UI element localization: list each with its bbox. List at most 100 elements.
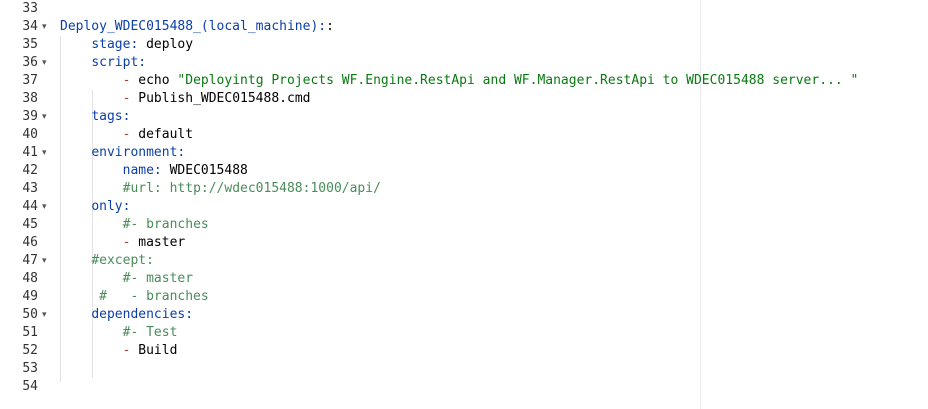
line-number: 51 bbox=[22, 325, 38, 340]
code-text[interactable]: stage: deploy bbox=[60, 36, 193, 54]
fold-toggle-icon[interactable]: ▾ bbox=[42, 306, 47, 324]
code-token: master bbox=[130, 235, 186, 250]
code-token: #- master bbox=[122, 271, 194, 286]
line-number: 50 bbox=[22, 307, 38, 322]
code-text[interactable]: tags: bbox=[60, 108, 130, 126]
line-number: 49 bbox=[22, 289, 38, 304]
code-text[interactable]: - master bbox=[60, 234, 186, 252]
code-token: WDEC015488 bbox=[161, 163, 248, 178]
code-token: environment: bbox=[91, 145, 186, 160]
code-line[interactable]: 50 ▾ dependencies: bbox=[0, 306, 928, 324]
code-text[interactable]: #- Test bbox=[60, 324, 178, 342]
code-line[interactable]: 54 bbox=[0, 378, 928, 396]
code-token: name: bbox=[122, 163, 162, 178]
code-text[interactable]: Deploy_WDEC015488_(local_machine):: bbox=[60, 18, 334, 36]
code-token: #except: bbox=[91, 253, 154, 268]
line-number: 35 bbox=[22, 37, 38, 52]
line-number: 34 bbox=[22, 19, 38, 34]
code-line[interactable]: 48 #- master bbox=[0, 270, 928, 288]
code-token: # - branches bbox=[99, 289, 209, 304]
code-text[interactable]: - default bbox=[60, 126, 193, 144]
code-text[interactable]: script: bbox=[60, 54, 146, 72]
fold-toggle-icon[interactable]: ▾ bbox=[42, 252, 47, 270]
line-number: 48 bbox=[22, 271, 38, 286]
code-token: : bbox=[326, 19, 334, 34]
code-token: stage: bbox=[91, 37, 139, 52]
code-text[interactable]: dependencies: bbox=[60, 306, 193, 324]
code-token: dependencies: bbox=[91, 307, 194, 322]
code-token: #url: http://wdec015488:1000/api/ bbox=[122, 181, 381, 196]
code-line[interactable]: 44 ▾ only: bbox=[0, 198, 928, 216]
code-line[interactable]: 43 #url: http://wdec015488:1000/api/ bbox=[0, 180, 928, 198]
code-text[interactable]: only: bbox=[60, 198, 130, 216]
fold-toggle-icon[interactable]: ▾ bbox=[42, 18, 47, 36]
code-text[interactable]: - Build bbox=[60, 342, 178, 360]
code-token: echo bbox=[130, 73, 178, 88]
code-text[interactable]: # - branches bbox=[60, 288, 209, 306]
line-number: 41 bbox=[22, 145, 38, 160]
code-line[interactable]: 49 # - branches bbox=[0, 288, 928, 306]
fold-toggle-icon[interactable]: ▾ bbox=[42, 108, 47, 126]
code-line[interactable]: 38 - Publish_WDEC015488.cmd bbox=[0, 90, 928, 108]
code-line[interactable]: 36 ▾ script: bbox=[0, 54, 928, 72]
code-token: only: bbox=[91, 199, 131, 214]
line-number: 46 bbox=[22, 235, 38, 250]
code-token: default bbox=[130, 127, 194, 142]
line-number: 33 bbox=[22, 1, 38, 16]
code-token: "Deployintg Projects WF.Engine.RestApi a… bbox=[177, 73, 859, 88]
code-text[interactable]: #url: http://wdec015488:1000/api/ bbox=[60, 180, 381, 198]
code-line[interactable]: 51 #- Test bbox=[0, 324, 928, 342]
code-line[interactable]: 35 stage: deploy bbox=[0, 36, 928, 54]
code-text[interactable]: #- branches bbox=[60, 216, 209, 234]
code-line[interactable]: 39 ▾ tags: bbox=[0, 108, 928, 126]
code-text[interactable]: name: WDEC015488 bbox=[60, 162, 248, 180]
line-number: 38 bbox=[22, 91, 38, 106]
fold-toggle-icon[interactable]: ▾ bbox=[42, 144, 47, 162]
line-number: 42 bbox=[22, 163, 38, 178]
code-line[interactable]: 42 name: WDEC015488 bbox=[0, 162, 928, 180]
code-token: Publish_WDEC015488.cmd bbox=[130, 91, 311, 106]
code-line[interactable]: 37 - echo "Deployintg Projects WF.Engine… bbox=[0, 72, 928, 90]
code-line[interactable]: 45 #- branches bbox=[0, 216, 928, 234]
code-token: deploy bbox=[138, 37, 194, 52]
line-number: 39 bbox=[22, 109, 38, 124]
code-line[interactable]: 34 ▾ Deploy_WDEC015488_(local_machine):: bbox=[0, 18, 928, 36]
line-number: 44 bbox=[22, 199, 38, 214]
line-number: 36 bbox=[22, 55, 38, 70]
code-line[interactable]: 47 ▾ #except: bbox=[0, 252, 928, 270]
code-line[interactable]: 53 bbox=[0, 360, 928, 378]
code-line[interactable]: 33 bbox=[0, 0, 928, 18]
code-text[interactable]: - Publish_WDEC015488.cmd bbox=[60, 90, 311, 108]
code-editor[interactable]: 33 34 ▾ Deploy_WDEC015488_(local_machine)::… bbox=[0, 0, 928, 409]
code-token: Build bbox=[130, 343, 178, 358]
line-number: 52 bbox=[22, 343, 38, 358]
code-line[interactable]: 52 - Build bbox=[0, 342, 928, 360]
code-token: #- Test bbox=[122, 325, 178, 340]
code-text[interactable]: #- master bbox=[60, 270, 193, 288]
line-number: 37 bbox=[22, 73, 38, 88]
code-line[interactable]: 40 - default bbox=[0, 126, 928, 144]
fold-toggle-icon[interactable]: ▾ bbox=[42, 54, 47, 72]
code-token: script: bbox=[91, 55, 147, 70]
fold-toggle-icon[interactable]: ▾ bbox=[42, 198, 47, 216]
code-line[interactable]: 46 - master bbox=[0, 234, 928, 252]
code-text[interactable]: #except: bbox=[60, 252, 154, 270]
code-line[interactable]: 41 ▾ environment: bbox=[0, 144, 928, 162]
code-text[interactable]: - echo "Deployintg Projects WF.Engine.Re… bbox=[60, 72, 859, 90]
line-number: 47 bbox=[22, 253, 38, 268]
code-text[interactable]: environment: bbox=[60, 144, 185, 162]
